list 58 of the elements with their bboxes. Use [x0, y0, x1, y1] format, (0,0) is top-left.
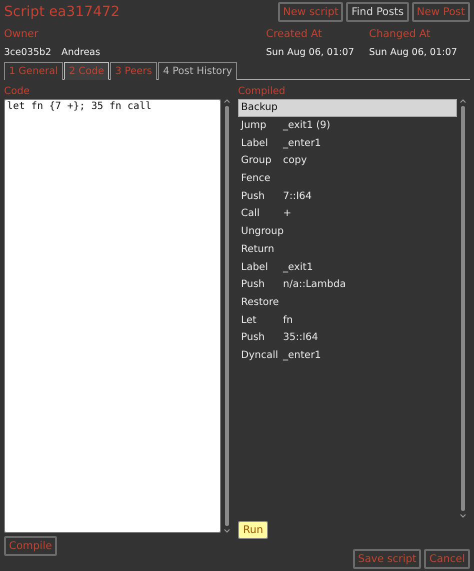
- instruction-row[interactable]: Jump _exit1 (9): [238, 116, 457, 134]
- argument: n/a::Lambda: [283, 279, 347, 290]
- instruction-row[interactable]: Let fn: [238, 311, 457, 329]
- argument: _enter1: [283, 350, 322, 361]
- opcode: Push: [241, 332, 266, 344]
- scroll-down-icon[interactable]: [224, 529, 230, 533]
- instruction-row[interactable]: Dyncall _enter1: [238, 346, 457, 364]
- header-button[interactable]: Find Posts: [346, 2, 409, 22]
- opcode: Group: [241, 155, 272, 166]
- opcode: Fence: [241, 173, 272, 184]
- instruction-row[interactable]: Label _enter1: [238, 134, 457, 152]
- info-value: 3ce035b2: [4, 47, 52, 58]
- scroll-down-icon[interactable]: [460, 514, 466, 518]
- argument: fn: [283, 314, 294, 326]
- argument: +: [283, 208, 292, 220]
- instruction-row[interactable]: Push 7::I64: [238, 187, 457, 206]
- instruction-row[interactable]: Label _exit1: [238, 258, 457, 276]
- opcode: Jump: [241, 120, 268, 132]
- argument: 7::I64: [283, 190, 313, 202]
- opcode: Let: [241, 314, 258, 326]
- opcode: Restore: [241, 296, 280, 308]
- opcode: Call: [241, 208, 261, 220]
- opcode: Return: [241, 244, 276, 255]
- opcode: Dyncall: [241, 350, 280, 361]
- opcode: Ungroup: [241, 226, 283, 238]
- opcode: Label: [241, 138, 269, 149]
- opcode: Push: [241, 279, 266, 290]
- instruction-row[interactable]: Ungroup: [238, 222, 457, 240]
- tab[interactable]: 4 Post History: [158, 62, 238, 80]
- instruction-row[interactable]: Call +: [238, 205, 457, 223]
- opcode: Push: [241, 190, 266, 202]
- info-heading: Changed At: [369, 28, 432, 40]
- instruction-row[interactable]: Push 35::I64: [238, 328, 457, 347]
- opcode: Backup: [241, 102, 279, 114]
- code-label: Code: [4, 86, 31, 97]
- instruction-row[interactable]: Push n/a::Lambda: [238, 276, 457, 294]
- instruction-row[interactable]: Restore: [238, 294, 457, 312]
- argument: _exit1 (9): [283, 120, 332, 132]
- instruction-row[interactable]: Group copy: [238, 152, 457, 170]
- instruction-row[interactable]: Return: [238, 240, 457, 258]
- argument: _enter1: [283, 138, 322, 149]
- info-heading: Owner: [4, 28, 40, 40]
- instruction-row[interactable]: Backup: [238, 99, 457, 117]
- argument: _exit1: [283, 262, 314, 273]
- info-value: Andreas: [61, 47, 100, 58]
- scroll-up-icon[interactable]: [224, 99, 230, 103]
- opcode: Label: [241, 262, 269, 273]
- argument: copy: [283, 155, 308, 166]
- compiled-label: Compiled: [238, 86, 286, 97]
- info-value: Sun Aug 06, 01:07: [369, 47, 458, 58]
- instruction-row[interactable]: Fence: [238, 170, 457, 188]
- info-heading: Created At: [266, 28, 324, 40]
- argument: 35::I64: [283, 332, 320, 344]
- scroll-up-icon[interactable]: [460, 99, 466, 103]
- run-button[interactable]: Run: [238, 521, 268, 539]
- info-value: Sun Aug 06, 01:07: [266, 47, 354, 58]
- window-title: Script ea317472: [4, 4, 120, 20]
- code-editor[interactable]: let fn {7 +}; 35 fn call: [4, 99, 221, 533]
